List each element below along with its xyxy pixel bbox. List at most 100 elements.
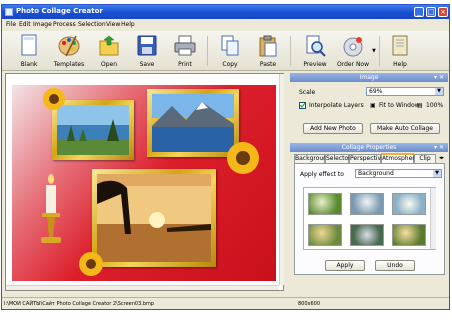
app-window: Photo Collage Creator _ □ × File Edit Im… <box>1 4 450 310</box>
preview-button[interactable]: Preview <box>298 33 332 69</box>
title-bar: Photo Collage Creator _ □ × <box>2 5 449 19</box>
menu-process[interactable]: Process <box>53 21 76 28</box>
actual-size-icon[interactable]: ▤ <box>417 102 423 109</box>
tab-perspective[interactable]: Perspective <box>349 154 385 163</box>
help-button[interactable]: Help <box>383 33 417 69</box>
canvas-area[interactable] <box>5 73 284 291</box>
panel-controls-icon[interactable]: ▾ ✕ <box>434 143 444 152</box>
menu-image[interactable]: Image <box>33 21 52 28</box>
panel-controls-icon[interactable]: ▾ ✕ <box>434 73 444 82</box>
tab-scroll-arrows-icon[interactable]: ◂▸ <box>439 155 444 161</box>
minimize-button[interactable]: _ <box>414 7 424 17</box>
open-button[interactable]: Open <box>92 33 126 69</box>
atmosphere-thumbnail[interactable] <box>308 224 342 246</box>
atmosphere-tab-panel: Apply effect to Background ▼ Apply Undo <box>294 163 445 275</box>
menu-file[interactable]: File <box>6 21 16 28</box>
paste-button[interactable]: Paste <box>251 33 285 69</box>
apply-effect-select[interactable]: Background ▼ <box>355 169 442 178</box>
atmosphere-thumbnail[interactable] <box>392 224 426 246</box>
status-file-path: I:\МОИ САЙТЫ\Сайт Photo Collage Creator … <box>4 301 155 307</box>
hundred-percent-label[interactable]: 100% <box>426 102 443 109</box>
order-now-label: Order Now <box>336 61 370 68</box>
order-dropdown-arrow-icon[interactable]: ▼ <box>372 48 376 54</box>
chevron-down-icon: ▼ <box>433 170 441 177</box>
save-button[interactable]: Save <box>130 33 164 69</box>
window-title: Photo Collage Creator <box>16 7 103 15</box>
status-bar: I:\МОИ САЙТЫ\Сайт Photo Collage Creator … <box>2 297 449 309</box>
templates-button[interactable]: Templates <box>52 33 86 69</box>
close-button[interactable]: × <box>438 7 448 17</box>
blank-label: Blank <box>20 61 38 68</box>
toolbar-separator <box>207 36 208 66</box>
menu-bar: File Edit Image Process Selection View H… <box>2 20 449 30</box>
order-now-button[interactable]: Order Now <box>336 33 370 69</box>
blank-page-icon <box>21 34 37 56</box>
sunflower-icon <box>79 252 103 276</box>
menu-edit[interactable]: Edit <box>19 21 31 28</box>
tab-atmosphere[interactable]: Atmosphere <box>381 153 418 163</box>
interpolate-checkbox[interactable] <box>299 102 306 109</box>
status-image-size: 800x600 <box>298 301 321 307</box>
candle-decoration <box>41 174 61 243</box>
blank-button[interactable]: Blank <box>12 33 46 69</box>
app-icon <box>5 8 13 16</box>
print-label: Print <box>178 61 192 68</box>
scale-value: 69% <box>369 88 383 95</box>
image-panel-title: Image <box>359 74 379 81</box>
tab-clip-art[interactable]: Clip Art <box>414 154 436 170</box>
side-panel: Image ▾ ✕ Scale 69% ▼ Interpolate Layers… <box>290 73 448 291</box>
interpolate-label: Interpolate Layers <box>309 102 364 109</box>
horizontal-scrollbar[interactable] <box>6 285 279 290</box>
copy-button[interactable]: Copy <box>213 33 247 69</box>
save-label: Save <box>139 61 155 68</box>
thumbnails-scrollbar[interactable] <box>430 188 436 249</box>
tab-background[interactable]: Background <box>294 154 331 163</box>
photo-frame-sunset[interactable] <box>92 169 216 267</box>
sunflower-icon <box>43 88 65 110</box>
open-folder-icon <box>99 35 119 56</box>
maximize-button[interactable]: □ <box>426 7 436 17</box>
open-label: Open <box>100 61 118 68</box>
help-book-icon <box>392 35 408 56</box>
make-auto-collage-button[interactable]: Make Auto Collage <box>370 123 440 134</box>
print-button[interactable]: Print <box>168 33 202 69</box>
scale-select[interactable]: 69% ▼ <box>366 87 444 96</box>
atmosphere-thumbnail[interactable] <box>308 193 342 215</box>
apply-effect-label: Apply effect to <box>300 171 344 178</box>
lake-photo <box>57 105 129 155</box>
collage-properties-title: Collage Properties <box>341 144 397 151</box>
preview-label: Preview <box>303 61 327 68</box>
copy-label: Copy <box>222 61 238 68</box>
sunset-photo <box>97 174 211 262</box>
collage-canvas[interactable] <box>12 85 276 281</box>
toolbar: Blank Templates Open Save Print Copy Pas… <box>2 31 449 71</box>
templates-label: Templates <box>53 61 85 68</box>
paste-clipboard-icon <box>259 35 277 57</box>
checkmark-icon <box>300 103 305 108</box>
toolbar-separator <box>290 36 291 66</box>
fit-to-window-label[interactable]: Fit to Window <box>379 102 420 109</box>
atmosphere-thumbnail[interactable] <box>392 193 426 215</box>
apply-button[interactable]: Apply <box>325 260 365 271</box>
mountain-lake-photo <box>152 94 234 152</box>
tab-selector[interactable]: Selector <box>325 154 351 163</box>
collage-properties-header: Collage Properties ▾ ✕ <box>290 143 448 152</box>
scale-label: Scale <box>299 89 316 96</box>
order-disc-icon <box>343 37 363 57</box>
floppy-disk-icon <box>137 35 157 56</box>
sunflower-icon <box>227 142 259 174</box>
add-new-photo-button[interactable]: Add New Photo <box>303 123 363 134</box>
preview-magnifier-icon <box>306 35 326 57</box>
menu-help[interactable]: Help <box>121 21 135 28</box>
fit-window-icon[interactable]: ▣ <box>370 102 376 109</box>
atmosphere-thumbnails[interactable] <box>303 187 436 250</box>
menu-selection[interactable]: Selection <box>78 21 106 28</box>
help-label: Help <box>393 61 407 68</box>
menu-view[interactable]: View <box>106 21 120 28</box>
atmosphere-thumbnail[interactable] <box>350 193 384 215</box>
paste-label: Paste <box>259 61 277 68</box>
chevron-down-icon: ▼ <box>435 88 443 95</box>
undo-button[interactable]: Undo <box>375 260 415 271</box>
atmosphere-thumbnail[interactable] <box>350 224 384 246</box>
vertical-scrollbar[interactable] <box>279 74 284 285</box>
